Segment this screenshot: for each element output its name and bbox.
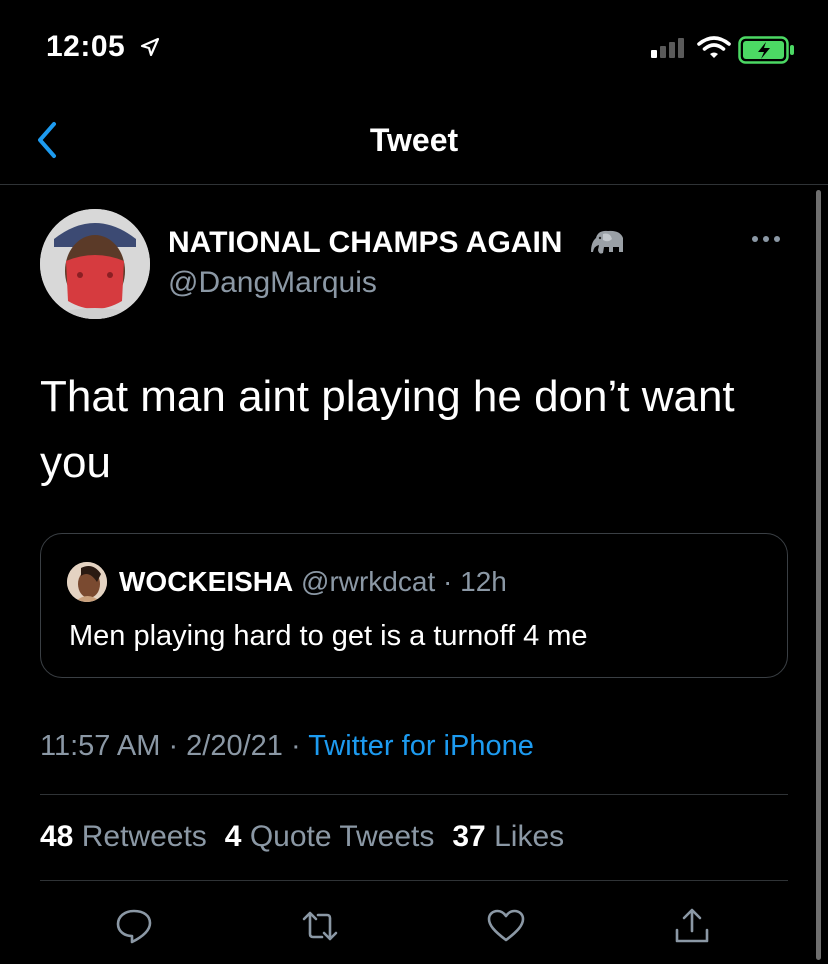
tweet-date: 2/20/21: [186, 730, 283, 762]
retweet-button[interactable]: [300, 906, 340, 946]
quoted-tweet-text: Men playing hard to get is a turnoff 4 m…: [69, 620, 588, 652]
author-name[interactable]: NATIONAL CHAMPS AGAIN: [168, 226, 562, 260]
location-arrow-icon: [140, 37, 160, 62]
like-button[interactable]: [486, 906, 526, 946]
likes-label: Likes: [494, 820, 565, 853]
tweet-timestamp-line: 11:57 AM · 2/20/21 · Twitter for iPhone: [40, 730, 534, 763]
reply-button[interactable]: [114, 906, 154, 946]
separator: ·: [160, 730, 187, 762]
wifi-icon: [697, 36, 731, 65]
quoted-author-name: WOCKEISHA: [119, 566, 294, 597]
quoted-tweet-age: 12h: [460, 566, 507, 597]
quote-tweets-count: 4: [224, 820, 242, 853]
quoted-author-avatar: [67, 562, 107, 602]
tweet-stats: 48 Retweets 4 Quote Tweets 37 Likes: [40, 820, 564, 854]
separator: ·: [443, 566, 453, 597]
tweet-text: That man aint playing he don’t want you: [40, 372, 735, 487]
battery-charging-icon: [738, 36, 796, 69]
author-handle[interactable]: @DangMarquis: [168, 266, 377, 300]
likes-stat[interactable]: 37 Likes: [452, 820, 564, 853]
tweet-source-link[interactable]: Twitter for iPhone: [308, 730, 534, 762]
quoted-author-handle: @rwrkdcat: [301, 566, 436, 597]
quoted-tweet-header: WOCKEISHA @rwrkdcat · 12h: [119, 566, 507, 598]
retweets-stat[interactable]: 48 Retweets: [40, 820, 207, 853]
more-options-icon[interactable]: [752, 236, 780, 242]
divider: [40, 794, 788, 795]
retweets-count: 48: [40, 820, 74, 853]
scrollbar[interactable]: [816, 190, 821, 960]
status-time: 12:05: [46, 30, 126, 63]
separator: ·: [282, 730, 309, 762]
tweet-detail-screen: 12:05 Tweet NATIONAL CHAMPS AGAIN @DangM…: [0, 0, 828, 964]
retweet-icon: [302, 911, 338, 941]
tweet-time: 11:57 AM: [40, 730, 161, 762]
page-title: Tweet: [369, 122, 459, 158]
divider: [40, 880, 788, 881]
likes-count: 37: [452, 820, 486, 853]
author-avatar[interactable]: [40, 209, 150, 319]
cellular-signal-icon: [651, 38, 684, 58]
share-icon: [675, 908, 709, 943]
elephant-icon: [590, 228, 630, 263]
header-divider: [0, 184, 828, 185]
reply-icon: [116, 909, 152, 944]
retweets-label: Retweets: [81, 820, 207, 853]
quote-tweets-stat[interactable]: 4 Quote Tweets: [225, 820, 435, 853]
quote-tweets-label: Quote Tweets: [249, 820, 435, 853]
like-icon: [487, 909, 525, 942]
quoted-tweet-card[interactable]: WOCKEISHA @rwrkdcat · 12h Men playing ha…: [40, 533, 788, 678]
share-button[interactable]: [672, 906, 712, 946]
